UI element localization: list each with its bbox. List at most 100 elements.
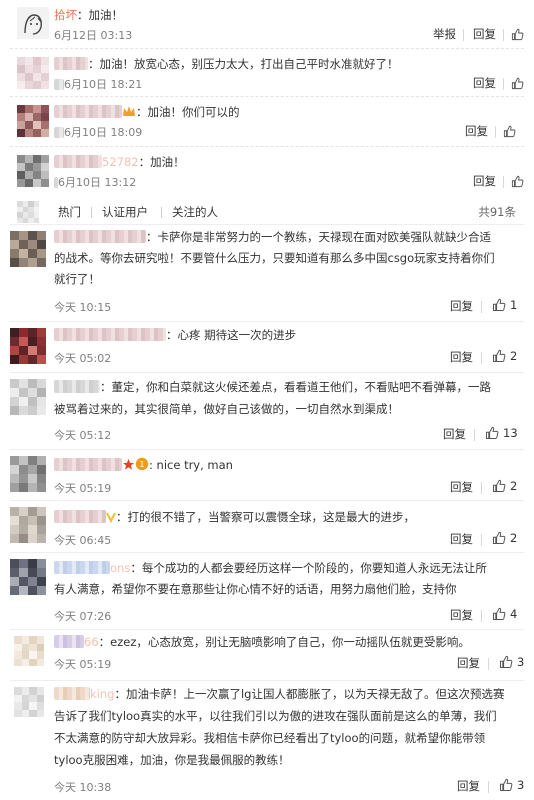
timestamp: 今天 05:19 — [54, 658, 112, 671]
avatar[interactable] — [14, 636, 44, 666]
timestamp: 今天 07:26 — [54, 610, 112, 623]
thumbs-up-icon — [500, 655, 513, 668]
tab-following[interactable]: 关注的人 — [172, 204, 218, 220]
like-count: 2 — [510, 531, 518, 545]
avatar[interactable] — [10, 231, 46, 267]
comment-item: 66：ezez，心态放宽，别让无脑喷影响了自己，你一动摇队伍就更受影响。 今天 … — [0, 630, 534, 680]
comment-item: ons：每个成功的人都会要经历这样一个阶段的，你要知道人永远无法让所 有人满意，… — [0, 553, 534, 629]
like-count: 3 — [517, 778, 525, 792]
reply-button[interactable]: 回复 — [473, 26, 496, 42]
comment-item: ：董定，你和白菜就这火候还差点，看看道王他们，不看贴吧不看弹幕，一路 被骂着过来… — [0, 373, 534, 448]
like-button[interactable]: 1 — [492, 298, 517, 312]
action-separator — [481, 352, 482, 364]
like-button[interactable]: 2 — [492, 531, 517, 545]
avatar[interactable] — [10, 328, 46, 364]
timestamp: 今天 05:19 — [54, 482, 112, 495]
username-link[interactable] — [54, 510, 106, 523]
tab-verified[interactable]: 认证用户 — [102, 204, 148, 220]
tab-separator — [161, 207, 162, 218]
username-link[interactable] — [54, 105, 122, 118]
comment-text: 1: nice try, man — [54, 456, 233, 476]
reply-button[interactable]: 回复 — [443, 426, 466, 442]
reply-button[interactable]: 回复 — [450, 531, 473, 547]
comment-line: ：心疼 期待这一次的进步 — [166, 328, 297, 342]
action-separator — [488, 781, 489, 793]
reply-content: ：加油！放宽心态，别压力太大，打出自己平时水准就好了！ — [88, 57, 399, 71]
username-tail: 66 — [84, 635, 99, 649]
vip-badge-icon — [122, 105, 136, 123]
comment-line: ：打的很不错了，当警察可以震慑全球，这是最大的进步， — [116, 510, 415, 524]
username-link[interactable] — [54, 635, 84, 648]
username-link[interactable] — [54, 328, 166, 341]
reply-item: ：加油！放宽心态，别压力太大，打出自己平时水准就好了！ 6月10日 18:21 … — [0, 49, 534, 95]
username-link[interactable] — [54, 561, 110, 574]
like-count: 13 — [503, 426, 518, 440]
like-button[interactable]: 2 — [492, 479, 517, 493]
avatar[interactable] — [10, 456, 46, 492]
comment-line: ：每个成功的人都会要经历这样一个阶段的，你要知道人永远无法让所 — [130, 561, 487, 575]
like-count: 2 — [510, 479, 518, 493]
username-link[interactable] — [54, 687, 90, 700]
action-separator — [495, 126, 496, 138]
action-separator — [463, 29, 464, 41]
comment-item: ：打的很不错了，当警察可以震慑全球，这是最大的进步， 今天 06:45 回复 2 — [0, 501, 534, 552]
avatar[interactable] — [17, 155, 49, 187]
timestamp: 6月10日 13:12 — [54, 174, 136, 190]
thumbs-up-icon — [511, 175, 524, 188]
reply-item: 拾坏：加油！ 6月12日 03:13 举报 回复 — [0, 0, 534, 48]
comment-line: 就行了！ — [54, 272, 100, 286]
like-button[interactable]: 3 — [499, 655, 524, 669]
like-count: 3 — [517, 655, 525, 669]
like-button[interactable] — [511, 28, 524, 41]
action-separator — [503, 78, 504, 90]
username-link[interactable] — [54, 57, 88, 70]
avatar[interactable] — [17, 105, 49, 137]
action-separator — [474, 429, 475, 441]
reply-button[interactable]: 回复 — [457, 778, 480, 794]
reply-button[interactable]: 回复 — [473, 75, 496, 91]
avatar[interactable] — [17, 7, 49, 39]
thumbs-up-icon — [493, 349, 506, 362]
reply-button[interactable]: 回复 — [450, 298, 473, 314]
comment-line: 告诉了我们tyloo真实的水平，以往我们引以为傲的进攻在强队面前是这么的单薄，我… — [54, 709, 497, 723]
reply-button[interactable]: 回复 — [450, 349, 473, 365]
comment-line: : nice try, man — [149, 458, 233, 472]
reply-button[interactable]: 回复 — [450, 607, 473, 623]
level-badge-icon: 1 — [135, 457, 149, 476]
thumbs-up-icon — [493, 479, 506, 492]
like-button[interactable]: 3 — [499, 778, 524, 792]
action-separator — [503, 176, 504, 188]
like-button[interactable]: 2 — [492, 349, 517, 363]
like-button[interactable]: 4 — [492, 607, 517, 621]
comment-text: king：加油卡萨！上一次赢了lg让国人都膨胀了，以为天禄无敌了。但这次预选赛 — [54, 685, 504, 703]
like-count: 2 — [510, 349, 518, 363]
avatar[interactable] — [10, 507, 46, 543]
like-button[interactable] — [511, 175, 524, 188]
reply-button[interactable]: 回复 — [450, 479, 473, 495]
avatar[interactable] — [17, 57, 49, 89]
thumbs-up-icon — [493, 607, 506, 620]
reply-content: ：加油！你们可以的 — [136, 105, 240, 119]
username-link[interactable]: 拾坏 — [54, 8, 77, 22]
reply-text: ：加油！你们可以的 — [54, 103, 240, 123]
username-link[interactable] — [54, 155, 102, 168]
username-link[interactable] — [54, 380, 100, 393]
like-button[interactable]: 13 — [485, 426, 518, 440]
reply-button[interactable]: 回复 — [473, 173, 496, 189]
avatar[interactable] — [14, 687, 44, 717]
username-link[interactable] — [54, 458, 122, 471]
reply-content: ：加油！ — [77, 8, 123, 22]
comment-line: ：加油卡萨！上一次赢了lg让国人都膨胀了，以为天禄无敌了。但这次预选赛 — [114, 687, 505, 701]
reply-item: ：加油！你们可以的 6月10日 18:09 回复 — [0, 97, 534, 145]
timestamp: 今天 06:45 — [54, 534, 112, 547]
tab-hot[interactable]: 热门 — [58, 204, 81, 220]
reply-button[interactable]: 回复 — [457, 655, 480, 671]
avatar[interactable] — [10, 559, 46, 595]
avatar[interactable] — [10, 379, 46, 415]
like-button[interactable] — [503, 125, 516, 138]
tab-separator — [91, 207, 92, 218]
report-button[interactable]: 举报 — [433, 26, 456, 42]
like-button[interactable] — [511, 77, 524, 90]
username-link[interactable] — [54, 230, 146, 243]
reply-button[interactable]: 回复 — [465, 123, 488, 139]
